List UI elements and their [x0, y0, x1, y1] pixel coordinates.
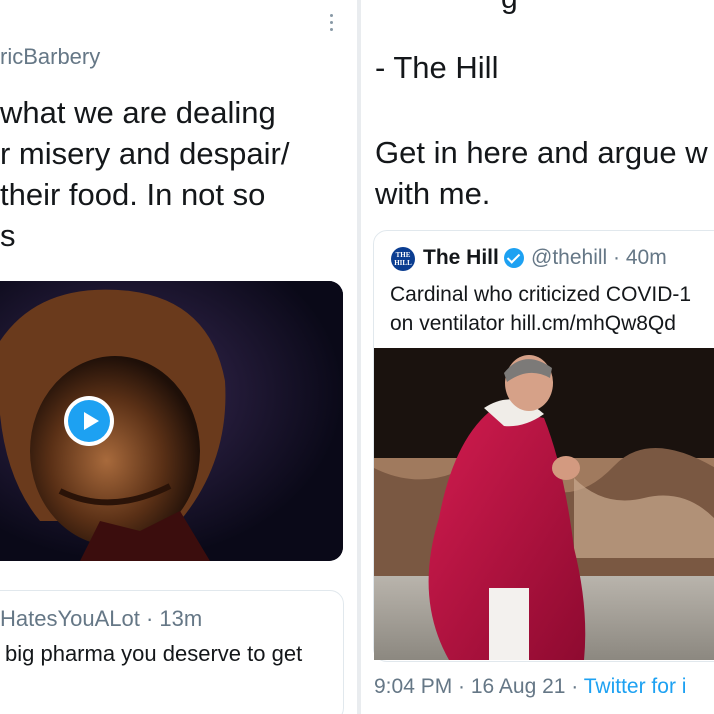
quoted-tweet-photo[interactable]: [374, 348, 714, 660]
tweet-text-line: their food. In not so: [0, 177, 266, 212]
play-icon: [68, 400, 110, 442]
tweet-text-line: r misery and despair/: [0, 136, 290, 171]
tweet-text-line: with me.: [375, 176, 491, 211]
tweet-text-line: - The Hill: [375, 50, 499, 85]
quoted-text-line: Cardinal who criticized COVID-1: [390, 283, 692, 306]
quoted-author-handle[interactable]: @thehill · 40m: [531, 246, 667, 270]
tweet-text-fragment: g: [501, 0, 518, 16]
reply-text: big pharma you deserve to get: [5, 641, 303, 666]
quoted-tweet-text: Cardinal who criticized COVID-1 on venti…: [390, 280, 691, 338]
quoted-text-line[interactable]: on ventilator hill.cm/mhQw8Qd: [390, 309, 691, 338]
quoted-author-name[interactable]: The Hill: [423, 246, 499, 270]
tweet-text-line: Get in here and argue w: [375, 135, 708, 170]
tweet-timestamp[interactable]: 9:04 PM · 16 Aug 21 ·: [374, 675, 584, 698]
more-options-icon[interactable]: [326, 14, 336, 36]
verified-badge-icon: [504, 248, 524, 268]
tweet-source-link[interactable]: Twitter for i: [584, 675, 687, 698]
video-thumbnail[interactable]: [0, 281, 343, 561]
tweet-text-line: s: [0, 218, 16, 253]
tweet-text-line: what we are dealing: [0, 95, 276, 130]
left-tweet-panel: ricBarbery what we are dealing r misery …: [0, 0, 357, 714]
play-button[interactable]: [64, 396, 114, 446]
tweet-footer: 9:04 PM · 16 Aug 21 · Twitter for i: [374, 675, 686, 699]
tweet-text: Get in here and argue w with me.: [375, 132, 708, 214]
the-hill-logo: THE HILL: [391, 247, 415, 271]
tweet-text: what we are dealing r misery and despair…: [0, 92, 330, 256]
tweet-author-handle[interactable]: ricBarbery: [0, 44, 100, 70]
right-tweet-panel: g - The Hill Get in here and argue w wit…: [361, 0, 714, 714]
reply-author[interactable]: HatesYouALot · 13m: [0, 606, 202, 632]
